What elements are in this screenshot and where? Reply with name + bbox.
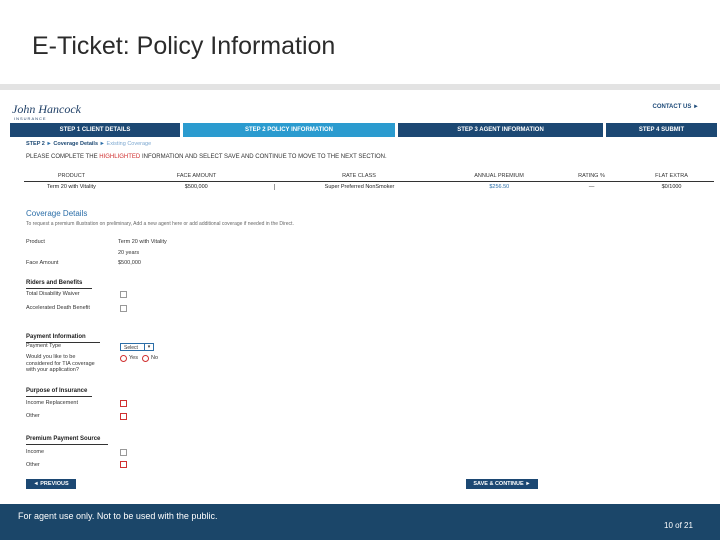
breadcrumb-arrow-icon: ► [46,141,52,147]
premium-source-checkbox[interactable] [120,461,127,468]
rider-label: Total Disability Waiver [26,291,80,297]
product-value: Term 20 with Vitality [118,239,167,245]
cell-flat-extra: $0/1000 [661,184,682,190]
breadcrumb: STEP 2 ► Coverage Details ► Existing Cov… [26,141,151,147]
purpose-label: Other [26,413,40,419]
chevron-down-icon: ▾ [144,344,153,350]
premium-source-label: Income [26,449,45,455]
instructions-highlight: HIGHLIGHTED [99,154,141,160]
purpose-divider [26,396,92,397]
col-annual-premium: ANNUAL PREMIUM [474,173,524,179]
payment-title: Payment Information [26,334,86,340]
save-continue-button[interactable]: SAVE & CONTINUE ► [466,479,538,489]
purpose-checkbox[interactable] [120,413,127,420]
payment-type-select[interactable]: Select ▾ [120,343,154,351]
logo-subtext: INSURANCE [14,116,47,121]
col-rate-class: RATE CLASS [342,173,376,179]
rider-label: Accelerated Death Benefit [26,305,90,311]
cell-rate-class: Super Preferred NonSmoker [273,184,445,190]
purpose-title: Purpose of Insurance [26,388,88,394]
riders-divider [26,288,92,289]
face-amount-label: Face Amount [26,260,59,266]
coverage-details-title: Coverage Details [26,209,88,218]
product-label: Product [26,239,45,245]
step-policy-information[interactable]: STEP 2 POLICY INFORMATION [183,123,395,137]
slide-footer: For agent use only. Not to be used with … [0,504,720,540]
step-progress-bar: STEP 1 CLIENT DETAILS STEP 2 POLICY INFO… [10,123,717,137]
application-screen: John Hancock INSURANCE CONTACT US ► STEP… [8,92,717,502]
vitality-question: Would you like to be considered for TIA … [26,354,95,373]
previous-button[interactable]: ◄ PREVIOUS [26,479,76,489]
title-divider [0,84,720,90]
no-radio[interactable] [142,355,149,362]
col-face-amount: FACE AMOUNT [176,173,217,179]
premium-source-label: Other [26,462,40,468]
payment-type-label: Payment Type [26,343,62,349]
col-flat-extra: FLAT EXTRA [655,173,688,179]
slide-title: E-Ticket: Policy Information [32,32,336,60]
instructions-before: PLEASE COMPLETE THE [26,154,98,160]
table-header: PRODUCT FACE AMOUNT RATE CLASS ANNUAL PR… [24,173,714,182]
step-client-details[interactable]: STEP 1 CLIENT DETAILS [10,123,180,137]
breadcrumb-arrow-icon: ► [99,141,105,147]
policy-summary-table: PRODUCT FACE AMOUNT RATE CLASS ANNUAL PR… [24,173,714,190]
purpose-label: Income Replacement [26,400,78,406]
cell-face-amount: $500,000 [184,184,208,190]
cell-rating: — [588,184,595,190]
no-label: No [151,355,159,361]
cell-annual-premium: $256.50 [489,184,510,190]
purpose-checkbox[interactable] [120,400,127,407]
step-agent-information[interactable]: STEP 3 AGENT INFORMATION [398,123,603,137]
logo: John Hancock [12,102,81,116]
contact-us-link[interactable]: CONTACT US ► [653,104,700,110]
coverage-note: To request a premium illustration on pre… [26,221,294,227]
face-amount-value: $500,000 [118,260,141,266]
cell-product: Term 20 with Vitality [47,184,96,190]
breadcrumb-current: Coverage Details [53,141,99,147]
payment-type-value: Select [124,345,138,351]
premium-source-checkbox[interactable] [120,449,127,456]
instructions: PLEASE COMPLETE THE HIGHLIGHTED INFORMAT… [26,154,387,160]
col-rating: RATING % [578,173,605,179]
premium-source-title: Premium Payment Source [26,436,101,442]
breadcrumb-next[interactable]: Existing Coverage [107,141,152,147]
step-submit[interactable]: STEP 4 SUBMIT [606,123,717,137]
table-row: Term 20 with Vitality $500,000 Super Pre… [24,182,714,190]
premium-source-divider [26,444,108,445]
breadcrumb-step: STEP 2 [26,141,45,147]
rider-checkbox[interactable] [120,291,127,298]
page-number: 10 of 21 [664,521,693,530]
duration-value: 20 years [118,250,140,256]
instructions-after: INFORMATION AND SELECT SAVE AND CONTINUE… [141,154,387,160]
yes-label: Yes [129,355,138,361]
col-product: PRODUCT [57,173,86,179]
footer-note: For agent use only. Not to be used with … [18,511,218,521]
rider-checkbox[interactable] [120,305,127,312]
riders-title: Riders and Benefits [26,280,83,286]
yes-radio[interactable] [120,355,127,362]
